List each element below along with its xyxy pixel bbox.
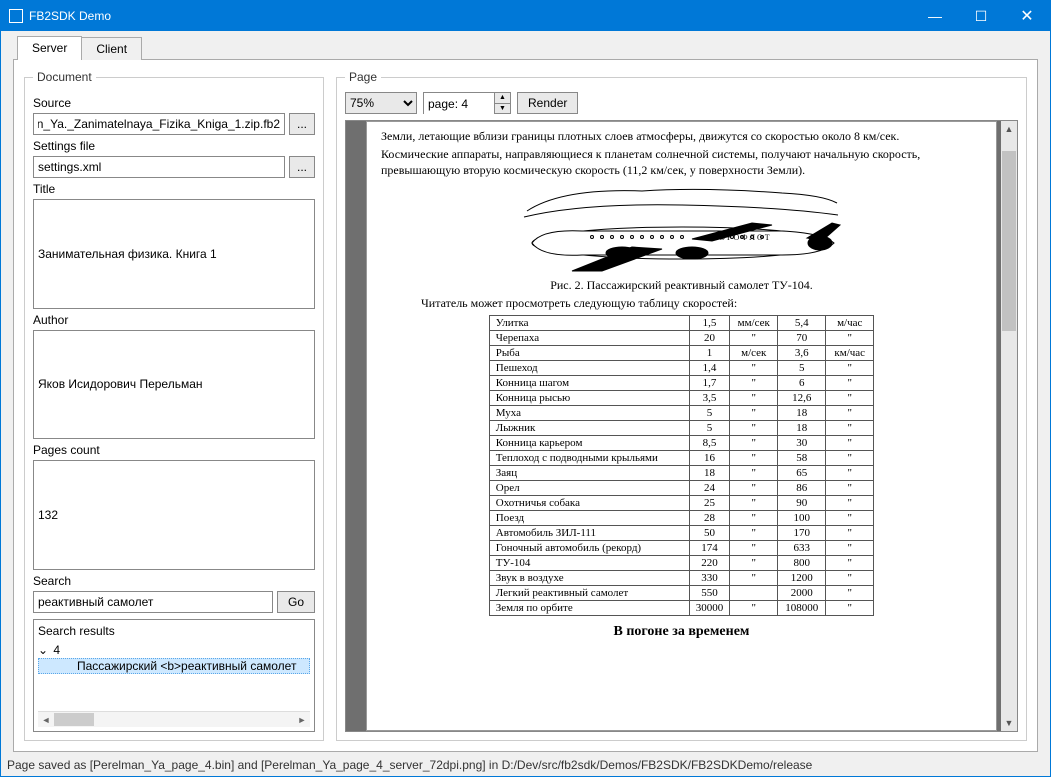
page-spinner-input[interactable]	[424, 93, 494, 115]
tab-server[interactable]: Server	[17, 36, 82, 60]
title-input[interactable]	[33, 199, 315, 309]
titlebar: FB2SDK Demo — ☐ ✕	[1, 1, 1050, 31]
maximize-button[interactable]: ☐	[958, 1, 1004, 31]
tab-page-server: Document Source ... Settings file ... Ti…	[13, 59, 1038, 752]
title-label: Title	[33, 182, 315, 196]
search-results-title: Search results	[38, 624, 310, 638]
source-label: Source	[33, 96, 315, 110]
settings-label: Settings file	[33, 139, 315, 153]
page-vscrollbar[interactable]: ▲ ▼	[1001, 121, 1017, 731]
speeds-table: Улитка1,5мм/сек5,4м/часЧерепаха20"70"Рыб…	[489, 315, 875, 616]
source-input[interactable]	[33, 113, 285, 135]
tree-hscrollbar[interactable]: ◄ ►	[38, 711, 310, 727]
tree-expand-icon[interactable]: ⌄	[38, 643, 50, 657]
author-input[interactable]	[33, 330, 315, 440]
tree-node[interactable]: ⌄ 4	[38, 642, 310, 658]
settings-browse-button[interactable]: ...	[289, 156, 315, 178]
minimize-button[interactable]: —	[912, 1, 958, 31]
app-icon	[9, 9, 23, 23]
page-paragraph: Космические аппараты, направляющиеся к п…	[381, 146, 982, 178]
page-spinner[interactable]: ▲ ▼	[423, 92, 511, 114]
scroll-up-icon[interactable]: ▲	[1001, 121, 1017, 137]
section-heading: В погоне за временем	[381, 624, 982, 640]
scroll-right-icon[interactable]: ►	[294, 712, 310, 728]
app-window: FB2SDK Demo — ☐ ✕ Server Client Document…	[0, 0, 1051, 777]
page-group: Page 75% ▲ ▼ Render	[336, 70, 1027, 741]
figure-caption: Рис. 2. Пассажирский реактивный самолет …	[381, 277, 982, 293]
page-scroll-thumb[interactable]	[1002, 151, 1016, 331]
spin-down-icon[interactable]: ▼	[495, 104, 510, 114]
scroll-left-icon[interactable]: ◄	[38, 712, 54, 728]
document-group: Document Source ... Settings file ... Ti…	[24, 70, 324, 741]
author-label: Author	[33, 313, 315, 327]
search-go-button[interactable]: Go	[277, 591, 315, 613]
source-browse-button[interactable]: ...	[289, 113, 315, 135]
status-bar: Page saved as [Perelman_Ya_page_4.bin] a…	[1, 756, 1050, 776]
window-title: FB2SDK Demo	[29, 9, 912, 23]
rendered-page: Земли, летающие вблизи границы плотных с…	[366, 121, 997, 731]
zoom-select[interactable]: 75%	[345, 92, 417, 114]
search-results-box: Search results ⌄ 4 Пассажирский <b>реакт…	[33, 619, 315, 733]
page-toolbar: 75% ▲ ▼ Render	[345, 92, 1018, 114]
scroll-thumb[interactable]	[54, 713, 94, 726]
search-input[interactable]	[33, 591, 273, 613]
close-button[interactable]: ✕	[1004, 1, 1050, 31]
scroll-down-icon[interactable]: ▼	[1001, 715, 1017, 731]
tab-client[interactable]: Client	[81, 37, 142, 60]
pages-label: Pages count	[33, 443, 315, 457]
settings-input[interactable]	[33, 156, 285, 178]
render-button[interactable]: Render	[517, 92, 578, 114]
search-label: Search	[33, 574, 315, 588]
table-intro: Читатель может просмотреть следующую таб…	[421, 295, 982, 311]
airplane-illustration: А Э Р О Ф Л О Т	[522, 183, 842, 273]
page-viewport: Земли, летающие вблизи границы плотных с…	[345, 120, 1018, 732]
spin-up-icon[interactable]: ▲	[495, 93, 510, 104]
tab-bar: Server Client	[1, 32, 1050, 60]
pages-input[interactable]	[33, 460, 315, 570]
document-legend: Document	[33, 70, 96, 84]
tree-leaf-selected[interactable]: Пассажирский <b>реактивный самолет	[38, 658, 310, 674]
tree-node-label: 4	[53, 643, 60, 657]
search-results-tree[interactable]: ⌄ 4 Пассажирский <b>реактивный самолет	[38, 642, 310, 712]
page-paragraph: Земли, летающие вблизи границы плотных с…	[381, 128, 982, 144]
client-area: Server Client Document Source ... Settin…	[1, 31, 1050, 776]
page-legend: Page	[345, 70, 381, 84]
